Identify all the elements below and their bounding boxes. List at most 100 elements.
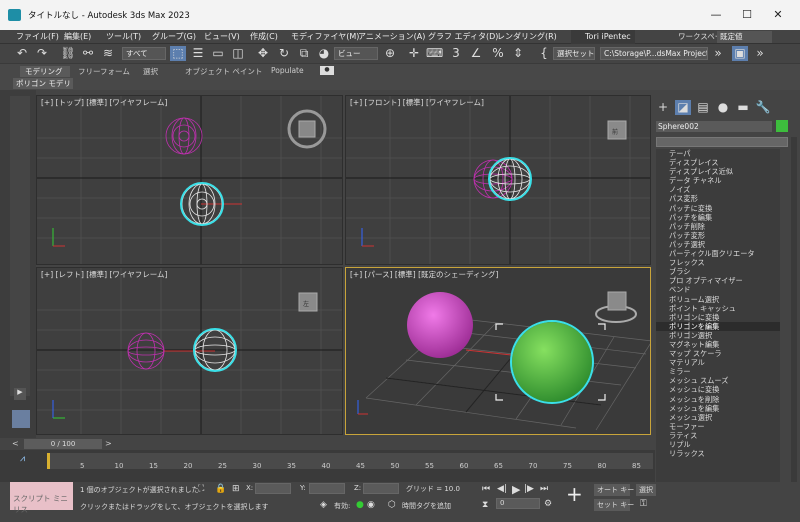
bind-spacewarp-icon[interactable]: ≋ bbox=[100, 46, 116, 61]
menu-group[interactable]: グループ(G) bbox=[152, 31, 196, 42]
abs-rel-toggle-icon[interactable]: ⊞ bbox=[232, 484, 240, 494]
angle-snap-icon[interactable]: ∠ bbox=[468, 46, 484, 61]
link-icon[interactable]: ⛓ bbox=[60, 46, 76, 61]
menu-edit[interactable]: 編集(E) bbox=[64, 31, 91, 42]
z-coordinate-field[interactable] bbox=[363, 483, 399, 494]
viewport-left[interactable]: [+] [レフト] [標準] [ワイヤフレーム] 左 bbox=[36, 267, 343, 435]
tab-populate[interactable]: Populate bbox=[271, 66, 304, 75]
display-tab-icon[interactable]: ▬ bbox=[735, 100, 751, 115]
selection-filter-dropdown[interactable]: すべて bbox=[122, 47, 166, 60]
set-key-button[interactable]: セット キー bbox=[594, 499, 634, 511]
modifier-item[interactable]: マップ スケーラ bbox=[656, 349, 780, 358]
motion-tab-icon[interactable]: ● bbox=[715, 100, 731, 115]
keyboard-shortcut-icon[interactable]: ⌨ bbox=[426, 46, 443, 61]
current-frame-field[interactable]: 0 bbox=[496, 498, 540, 509]
modifier-item[interactable]: パッチ変形 bbox=[656, 231, 780, 240]
modifier-item[interactable]: フレックス bbox=[656, 258, 780, 267]
maxscript-mini-listener[interactable]: スクリプト ミニ リス bbox=[10, 482, 73, 514]
create-key-icon[interactable]: + bbox=[566, 482, 583, 506]
rect-selection-icon[interactable]: ▭ bbox=[210, 46, 226, 61]
modify-tab-icon[interactable]: ◪ bbox=[675, 100, 691, 115]
undo-icon[interactable]: ↶ bbox=[14, 46, 30, 61]
next-frame-icon[interactable]: > bbox=[105, 439, 112, 448]
redo-icon[interactable]: ↷ bbox=[34, 46, 50, 61]
modifier-item[interactable]: パス変形 bbox=[656, 194, 780, 203]
next-key-icon[interactable]: |▶ bbox=[524, 484, 534, 494]
modifier-item[interactable]: データ チャネル bbox=[656, 176, 780, 185]
hierarchy-tab-icon[interactable]: ▤ bbox=[695, 100, 711, 115]
object-color-swatch[interactable] bbox=[776, 120, 788, 132]
modifier-item[interactable]: ポリゴン選択 bbox=[656, 331, 780, 340]
spinner-snap-icon[interactable]: ⇕ bbox=[510, 46, 526, 61]
auto-key-button[interactable]: オート キー bbox=[594, 484, 634, 496]
viewcube-front-face[interactable]: 前 bbox=[612, 127, 618, 136]
viewport-perspective-label[interactable]: [+] [パース] [標準] [既定のシェーディング] bbox=[350, 269, 498, 280]
pivot-icon[interactable]: ⊕ bbox=[382, 46, 398, 61]
key-mode-icon[interactable]: ⧗ bbox=[482, 500, 488, 510]
viewport-top[interactable]: [+] [トップ] [標準] [ワイヤフレーム] bbox=[36, 95, 343, 265]
menu-tools[interactable]: ツール(T) bbox=[106, 31, 141, 42]
menu-view[interactable]: ビュー(V) bbox=[204, 31, 240, 42]
viewport-layout-icon[interactable] bbox=[12, 410, 30, 428]
isolate-icon[interactable]: ⛶ bbox=[198, 484, 204, 494]
modifier-item[interactable]: パッチ選択 bbox=[656, 240, 780, 249]
modifier-item[interactable]: パッチに変換 bbox=[656, 204, 780, 213]
modifier-item[interactable]: メッシュに変換 bbox=[656, 385, 780, 394]
y-coordinate-field[interactable] bbox=[309, 483, 345, 494]
modifier-item[interactable]: マグネット編集 bbox=[656, 340, 780, 349]
modifier-item[interactable]: メッシュ スムーズ bbox=[656, 376, 780, 385]
viewcube-left-face[interactable]: 左 bbox=[303, 299, 309, 308]
render-setup-icon[interactable]: ▣ bbox=[732, 46, 748, 61]
modifier-item[interactable]: パーティクル面クリエータ bbox=[656, 249, 780, 258]
time-slider[interactable]: 0 / 100 bbox=[24, 439, 102, 449]
viewport-left-label[interactable]: [+] [レフト] [標準] [ワイヤフレーム] bbox=[41, 269, 167, 280]
menu-graph-editors[interactable]: グラフ エディタ(D) bbox=[428, 31, 498, 42]
modifier-item[interactable]: ディスプレイス bbox=[656, 158, 780, 167]
rotate-icon[interactable]: ↻ bbox=[276, 46, 292, 61]
add-time-tag-label[interactable]: 時間タグを追加 bbox=[402, 501, 451, 511]
snap-3d-icon[interactable]: 3 bbox=[448, 46, 464, 61]
unlink-icon[interactable]: ⚯ bbox=[80, 46, 96, 61]
ref-coord-dropdown[interactable]: ビュー bbox=[334, 47, 378, 60]
modifier-item[interactable]: ボリューム選択 bbox=[656, 295, 780, 304]
modifier-item[interactable]: ブラシ bbox=[656, 267, 780, 276]
goto-start-icon[interactable]: ⏮ bbox=[482, 484, 490, 494]
modifier-item[interactable]: ポリゴンに変換 bbox=[656, 313, 780, 322]
menu-animation[interactable]: アニメーション(A) bbox=[358, 31, 425, 42]
modifier-item[interactable]: モーファー bbox=[656, 422, 780, 431]
viewport-top-label[interactable]: [+] [トップ] [標準] [ワイヤフレーム] bbox=[41, 97, 167, 108]
modifier-item[interactable]: ラティス bbox=[656, 431, 780, 440]
create-tab-icon[interactable]: + bbox=[655, 100, 671, 115]
project-path-dropdown[interactable]: C:\Storage\P...dsMax Project bbox=[600, 47, 708, 60]
prev-frame-icon[interactable]: < bbox=[12, 439, 19, 448]
modifier-list-dropdown[interactable] bbox=[656, 137, 788, 147]
modifier-item[interactable]: パッチを編集 bbox=[656, 213, 780, 222]
modifier-item[interactable]: メッシュを編集 bbox=[656, 404, 780, 413]
modifier-item[interactable]: マテリアル bbox=[656, 358, 780, 367]
track-bar[interactable]: ⩘ 5 10 15 20 25 30 35 40 45 50 55 60 65 70 75 80 85 bbox=[0, 450, 655, 482]
play-icon[interactable]: ▶ bbox=[512, 483, 520, 496]
minimize-button[interactable]: — bbox=[706, 6, 726, 24]
manipulate-icon[interactable]: ✛ bbox=[406, 46, 422, 61]
more-toolbar-icon[interactable]: » bbox=[710, 46, 726, 61]
tab-modeling[interactable]: モデリング bbox=[20, 66, 70, 77]
key-filters-icon[interactable]: ⚿ bbox=[640, 499, 647, 509]
workspace-dropdown[interactable]: 既定値 bbox=[717, 31, 772, 43]
utilities-tab-icon[interactable]: 🔧 bbox=[755, 100, 771, 115]
curve-editor-icon[interactable]: ⩘ bbox=[20, 454, 25, 464]
scale-icon[interactable]: ⧉ bbox=[296, 46, 312, 61]
modifier-item[interactable]: リラックス bbox=[656, 449, 780, 458]
modifier-item[interactable]: ディスプレイス近似 bbox=[656, 167, 780, 176]
object-name-field[interactable]: Sphere002 bbox=[656, 121, 772, 132]
menu-rendering[interactable]: レンダリング(R) bbox=[497, 31, 557, 42]
modifier-item[interactable]: ポイント キャッシュ bbox=[656, 304, 780, 313]
time-configuration-icon[interactable]: ⚙ bbox=[544, 499, 552, 509]
modifier-item[interactable]: テーパ bbox=[656, 149, 780, 158]
modifier-item[interactable]: メッシュを削除 bbox=[656, 395, 780, 404]
modifier-item[interactable]: メッシュ選択 bbox=[656, 413, 780, 422]
modifier-item[interactable]: ベンド bbox=[656, 285, 780, 294]
modifier-list-scrollbar[interactable] bbox=[791, 137, 797, 522]
named-selection-icon[interactable]: { bbox=[536, 46, 552, 61]
modifier-item[interactable]: ミラー bbox=[656, 367, 780, 376]
modifier-item[interactable]: パッチ削除 bbox=[656, 222, 780, 231]
